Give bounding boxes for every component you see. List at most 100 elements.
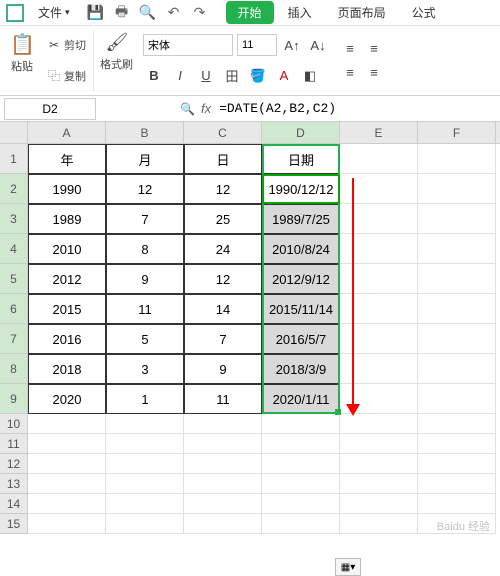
col-header-C[interactable]: C bbox=[184, 122, 262, 143]
cell-D1[interactable]: 日期 bbox=[262, 144, 340, 174]
cell-D11[interactable] bbox=[262, 434, 340, 454]
cell-F13[interactable] bbox=[418, 474, 496, 494]
cell-A4[interactable]: 2010 bbox=[28, 234, 106, 264]
cell-B13[interactable] bbox=[106, 474, 184, 494]
cell-A6[interactable]: 2015 bbox=[28, 294, 106, 324]
cell-B5[interactable]: 9 bbox=[106, 264, 184, 294]
cell-B14[interactable] bbox=[106, 494, 184, 514]
cell-C13[interactable] bbox=[184, 474, 262, 494]
cell-C2[interactable]: 12 bbox=[184, 174, 262, 204]
cell-C7[interactable]: 7 bbox=[184, 324, 262, 354]
cell-F12[interactable] bbox=[418, 454, 496, 474]
cell-F4[interactable] bbox=[418, 234, 496, 264]
cut-button[interactable]: ✂剪切 bbox=[44, 36, 89, 54]
row-header[interactable]: 7 bbox=[0, 324, 28, 354]
align-top-button[interactable]: ≡ bbox=[339, 38, 361, 60]
cell-D2[interactable]: 1990/12/12 bbox=[262, 174, 340, 204]
cell-D14[interactable] bbox=[262, 494, 340, 514]
row-header[interactable]: 10 bbox=[0, 414, 28, 434]
cell-D9[interactable]: 2020/1/11 bbox=[262, 384, 340, 414]
autofill-options-button[interactable]: ▦▾ bbox=[335, 558, 361, 576]
cell-E3[interactable] bbox=[340, 204, 418, 234]
select-all-corner[interactable] bbox=[0, 122, 28, 143]
cell-B1[interactable]: 月 bbox=[106, 144, 184, 174]
cell-F6[interactable] bbox=[418, 294, 496, 324]
cell-B10[interactable] bbox=[106, 414, 184, 434]
cell-E13[interactable] bbox=[340, 474, 418, 494]
cell-C3[interactable]: 25 bbox=[184, 204, 262, 234]
cell-D5[interactable]: 2012/9/12 bbox=[262, 264, 340, 294]
cell-D15[interactable] bbox=[262, 514, 340, 534]
font-color-button[interactable]: A bbox=[273, 65, 295, 87]
row-header[interactable]: 14 bbox=[0, 494, 28, 514]
row-header[interactable]: 3 bbox=[0, 204, 28, 234]
search-icon[interactable]: 🔍 bbox=[180, 102, 195, 116]
col-header-F[interactable]: F bbox=[418, 122, 496, 143]
border-button[interactable]: 田 bbox=[221, 65, 243, 87]
underline-button[interactable]: U bbox=[195, 65, 217, 87]
cell-A5[interactable]: 2012 bbox=[28, 264, 106, 294]
tab-formula[interactable]: 公式 bbox=[400, 1, 448, 24]
cell-B4[interactable]: 8 bbox=[106, 234, 184, 264]
cell-C5[interactable]: 12 bbox=[184, 264, 262, 294]
cell-A13[interactable] bbox=[28, 474, 106, 494]
cell-E6[interactable] bbox=[340, 294, 418, 324]
save-icon[interactable]: 💾 bbox=[88, 5, 104, 21]
bold-button[interactable]: B bbox=[143, 65, 165, 87]
cell-F1[interactable] bbox=[418, 144, 496, 174]
cell-E12[interactable] bbox=[340, 454, 418, 474]
cell-D6[interactable]: 2015/11/14 bbox=[262, 294, 340, 324]
cell-C11[interactable] bbox=[184, 434, 262, 454]
cell-A14[interactable] bbox=[28, 494, 106, 514]
fx-icon[interactable]: fx bbox=[201, 101, 211, 116]
cell-B7[interactable]: 5 bbox=[106, 324, 184, 354]
cell-A11[interactable] bbox=[28, 434, 106, 454]
cell-A15[interactable] bbox=[28, 514, 106, 534]
row-header[interactable]: 5 bbox=[0, 264, 28, 294]
cell-E5[interactable] bbox=[340, 264, 418, 294]
cell-C10[interactable] bbox=[184, 414, 262, 434]
cell-C9[interactable]: 11 bbox=[184, 384, 262, 414]
cell-B9[interactable]: 1 bbox=[106, 384, 184, 414]
cell-B6[interactable]: 11 bbox=[106, 294, 184, 324]
align-middle-button[interactable]: ≡ bbox=[363, 38, 385, 60]
redo-icon[interactable]: ↷ bbox=[192, 5, 208, 21]
cell-E2[interactable] bbox=[340, 174, 418, 204]
cell-C8[interactable]: 9 bbox=[184, 354, 262, 384]
print-preview-icon[interactable]: 🔍 bbox=[140, 5, 156, 21]
col-header-E[interactable]: E bbox=[340, 122, 418, 143]
cell-B8[interactable]: 3 bbox=[106, 354, 184, 384]
cell-E4[interactable] bbox=[340, 234, 418, 264]
cell-F3[interactable] bbox=[418, 204, 496, 234]
cell-A7[interactable]: 2016 bbox=[28, 324, 106, 354]
cell-C6[interactable]: 14 bbox=[184, 294, 262, 324]
cell-D3[interactable]: 1989/7/25 bbox=[262, 204, 340, 234]
cell-D13[interactable] bbox=[262, 474, 340, 494]
italic-button[interactable]: I bbox=[169, 65, 191, 87]
cell-A9[interactable]: 2020 bbox=[28, 384, 106, 414]
cell-A12[interactable] bbox=[28, 454, 106, 474]
fill-color-button[interactable]: 🪣 bbox=[247, 65, 269, 87]
tab-insert[interactable]: 插入 bbox=[276, 1, 324, 24]
cell-B15[interactable] bbox=[106, 514, 184, 534]
cell-F8[interactable] bbox=[418, 354, 496, 384]
cell-D4[interactable]: 2010/8/24 bbox=[262, 234, 340, 264]
align-center-button[interactable]: ≡ bbox=[363, 62, 385, 84]
menu-file[interactable]: 文件 ▾ bbox=[30, 2, 78, 23]
decrease-font-button[interactable]: A↓ bbox=[307, 34, 329, 56]
align-left-button[interactable]: ≡ bbox=[339, 62, 361, 84]
cell-F11[interactable] bbox=[418, 434, 496, 454]
format-painter-button[interactable]: 🖌 格式刷 bbox=[96, 30, 137, 91]
print-icon[interactable]: 🖶 bbox=[114, 5, 130, 21]
cell-B2[interactable]: 12 bbox=[106, 174, 184, 204]
cell-A3[interactable]: 1989 bbox=[28, 204, 106, 234]
cell-B12[interactable] bbox=[106, 454, 184, 474]
cell-E14[interactable] bbox=[340, 494, 418, 514]
cell-D12[interactable] bbox=[262, 454, 340, 474]
font-name-select[interactable] bbox=[143, 34, 233, 56]
row-header[interactable]: 1 bbox=[0, 144, 28, 174]
row-header[interactable]: 6 bbox=[0, 294, 28, 324]
cell-C12[interactable] bbox=[184, 454, 262, 474]
cell-A10[interactable] bbox=[28, 414, 106, 434]
tab-layout[interactable]: 页面布局 bbox=[326, 1, 398, 24]
